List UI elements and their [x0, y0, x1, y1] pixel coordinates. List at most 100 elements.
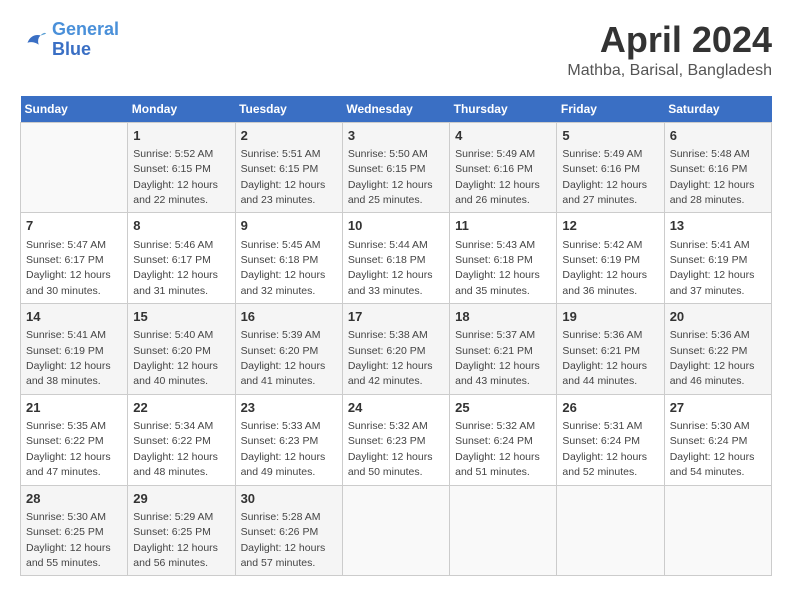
day-cell: 9 Sunrise: 5:45 AM Sunset: 6:18 PM Daylig…: [235, 213, 342, 304]
day-number: 9: [241, 217, 337, 235]
day-cell: 4Sunrise: 5:49 AM Sunset: 6:16 PM Daylig…: [450, 122, 557, 213]
header-cell-friday: Friday: [557, 96, 664, 123]
day-cell: 3 Sunrise: 5:50 AM Sunset: 6:15 PM Daylig…: [342, 122, 449, 213]
day-number: 7: [26, 217, 122, 235]
day-number: 15: [133, 308, 229, 326]
day-cell: 16 Sunrise: 5:39 AM Sunset: 6:20 PM Dayli…: [235, 304, 342, 395]
day-number: 20: [670, 308, 766, 326]
day-cell: 17 Sunrise: 5:38 AM Sunset: 6:20 PM Dayli…: [342, 304, 449, 395]
day-number: 18: [455, 308, 551, 326]
day-number: 12: [562, 217, 658, 235]
header-cell-thursday: Thursday: [450, 96, 557, 123]
header-cell-tuesday: Tuesday: [235, 96, 342, 123]
week-row-4: 21 Sunrise: 5:35 AM Sunset: 6:22 PM Dayli…: [21, 394, 772, 485]
header-cell-sunday: Sunday: [21, 96, 128, 123]
day-number: 11: [455, 217, 551, 235]
day-cell: 6 Sunrise: 5:48 AM Sunset: 6:16 PM Daylig…: [664, 122, 771, 213]
day-number: 22: [133, 399, 229, 417]
day-cell: 18 Sunrise: 5:37 AM Sunset: 6:21 PM Dayli…: [450, 304, 557, 395]
header-cell-wednesday: Wednesday: [342, 96, 449, 123]
week-row-1: 1Sunrise: 5:52 AM Sunset: 6:15 PM Daylig…: [21, 122, 772, 213]
day-info: Sunrise: 5:41 AM Sunset: 6:19 PM Dayligh…: [670, 239, 755, 297]
day-info: Sunrise: 5:48 AM Sunset: 6:16 PM Dayligh…: [670, 148, 755, 206]
day-cell: 26Sunrise: 5:31 AM Sunset: 6:24 PM Dayli…: [557, 394, 664, 485]
day-info: Sunrise: 5:34 AM Sunset: 6:22 PM Dayligh…: [133, 420, 218, 478]
day-number: 14: [26, 308, 122, 326]
day-info: Sunrise: 5:49 AM Sunset: 6:16 PM Dayligh…: [455, 148, 540, 206]
day-info: Sunrise: 5:49 AM Sunset: 6:16 PM Dayligh…: [562, 148, 647, 206]
day-cell: 7 Sunrise: 5:47 AM Sunset: 6:17 PM Daylig…: [21, 213, 128, 304]
day-cell: 2Sunrise: 5:51 AM Sunset: 6:15 PM Daylig…: [235, 122, 342, 213]
day-info: Sunrise: 5:41 AM Sunset: 6:19 PM Dayligh…: [26, 329, 111, 387]
day-number: 21: [26, 399, 122, 417]
day-info: Sunrise: 5:32 AM Sunset: 6:24 PM Dayligh…: [455, 420, 540, 478]
day-cell: [342, 485, 449, 576]
day-info: Sunrise: 5:30 AM Sunset: 6:25 PM Dayligh…: [26, 511, 111, 569]
day-number: 30: [241, 490, 337, 508]
day-cell: 11 Sunrise: 5:43 AM Sunset: 6:18 PM Dayli…: [450, 213, 557, 304]
day-cell: 30 Sunrise: 5:28 AM Sunset: 6:26 PM Dayli…: [235, 485, 342, 576]
logo-line1: General: [52, 20, 119, 40]
day-info: Sunrise: 5:36 AM Sunset: 6:21 PM Dayligh…: [562, 329, 647, 387]
day-info: Sunrise: 5:28 AM Sunset: 6:26 PM Dayligh…: [241, 511, 326, 569]
location-title: Mathba, Barisal, Bangladesh: [567, 62, 772, 80]
day-cell: 15Sunrise: 5:40 AM Sunset: 6:20 PM Dayli…: [128, 304, 235, 395]
day-number: 1: [133, 127, 229, 145]
day-number: 6: [670, 127, 766, 145]
day-number: 24: [348, 399, 444, 417]
day-cell: 28 Sunrise: 5:30 AM Sunset: 6:25 PM Dayli…: [21, 485, 128, 576]
day-number: 13: [670, 217, 766, 235]
day-number: 8: [133, 217, 229, 235]
day-info: Sunrise: 5:33 AM Sunset: 6:23 PM Dayligh…: [241, 420, 326, 478]
day-info: Sunrise: 5:30 AM Sunset: 6:24 PM Dayligh…: [670, 420, 755, 478]
day-cell: [450, 485, 557, 576]
day-number: 3: [348, 127, 444, 145]
logo-line2: Blue: [52, 40, 119, 60]
day-info: Sunrise: 5:38 AM Sunset: 6:20 PM Dayligh…: [348, 329, 433, 387]
day-number: 19: [562, 308, 658, 326]
day-info: Sunrise: 5:51 AM Sunset: 6:15 PM Dayligh…: [241, 148, 326, 206]
day-info: Sunrise: 5:47 AM Sunset: 6:17 PM Dayligh…: [26, 239, 111, 297]
day-info: Sunrise: 5:29 AM Sunset: 6:25 PM Dayligh…: [133, 511, 218, 569]
day-cell: 19 Sunrise: 5:36 AM Sunset: 6:21 PM Dayli…: [557, 304, 664, 395]
day-info: Sunrise: 5:37 AM Sunset: 6:21 PM Dayligh…: [455, 329, 540, 387]
day-cell: 14 Sunrise: 5:41 AM Sunset: 6:19 PM Dayli…: [21, 304, 128, 395]
day-number: 10: [348, 217, 444, 235]
day-info: Sunrise: 5:35 AM Sunset: 6:22 PM Dayligh…: [26, 420, 111, 478]
day-cell: 5 Sunrise: 5:49 AM Sunset: 6:16 PM Daylig…: [557, 122, 664, 213]
month-title: April 2024: [567, 20, 772, 60]
day-number: 27: [670, 399, 766, 417]
header-row: SundayMondayTuesdayWednesdayThursdayFrid…: [21, 96, 772, 123]
day-cell: 1Sunrise: 5:52 AM Sunset: 6:15 PM Daylig…: [128, 122, 235, 213]
page-header: General Blue April 2024 Mathba, Barisal,…: [20, 20, 772, 80]
day-number: 26: [562, 399, 658, 417]
day-cell: [557, 485, 664, 576]
day-cell: 8Sunrise: 5:46 AM Sunset: 6:17 PM Daylig…: [128, 213, 235, 304]
day-info: Sunrise: 5:45 AM Sunset: 6:18 PM Dayligh…: [241, 239, 326, 297]
day-cell: 24 Sunrise: 5:32 AM Sunset: 6:23 PM Dayli…: [342, 394, 449, 485]
day-number: 16: [241, 308, 337, 326]
day-number: 5: [562, 127, 658, 145]
calendar-table: SundayMondayTuesdayWednesdayThursdayFrid…: [20, 96, 772, 577]
day-info: Sunrise: 5:42 AM Sunset: 6:19 PM Dayligh…: [562, 239, 647, 297]
day-number: 17: [348, 308, 444, 326]
day-info: Sunrise: 5:43 AM Sunset: 6:18 PM Dayligh…: [455, 239, 540, 297]
header-cell-saturday: Saturday: [664, 96, 771, 123]
day-number: 28: [26, 490, 122, 508]
week-row-3: 14 Sunrise: 5:41 AM Sunset: 6:19 PM Dayli…: [21, 304, 772, 395]
day-cell: 12 Sunrise: 5:42 AM Sunset: 6:19 PM Dayli…: [557, 213, 664, 304]
day-cell: 22 Sunrise: 5:34 AM Sunset: 6:22 PM Dayli…: [128, 394, 235, 485]
day-info: Sunrise: 5:50 AM Sunset: 6:15 PM Dayligh…: [348, 148, 433, 206]
week-row-5: 28 Sunrise: 5:30 AM Sunset: 6:25 PM Dayli…: [21, 485, 772, 576]
day-cell: 20Sunrise: 5:36 AM Sunset: 6:22 PM Dayli…: [664, 304, 771, 395]
day-cell: 29Sunrise: 5:29 AM Sunset: 6:25 PM Dayli…: [128, 485, 235, 576]
header-cell-monday: Monday: [128, 96, 235, 123]
title-section: April 2024 Mathba, Barisal, Bangladesh: [567, 20, 772, 80]
day-cell: 25Sunrise: 5:32 AM Sunset: 6:24 PM Dayli…: [450, 394, 557, 485]
logo-icon: [20, 26, 48, 54]
day-info: Sunrise: 5:32 AM Sunset: 6:23 PM Dayligh…: [348, 420, 433, 478]
day-cell: 27 Sunrise: 5:30 AM Sunset: 6:24 PM Dayli…: [664, 394, 771, 485]
day-info: Sunrise: 5:39 AM Sunset: 6:20 PM Dayligh…: [241, 329, 326, 387]
day-cell: 13 Sunrise: 5:41 AM Sunset: 6:19 PM Dayli…: [664, 213, 771, 304]
day-cell: 10Sunrise: 5:44 AM Sunset: 6:18 PM Dayli…: [342, 213, 449, 304]
